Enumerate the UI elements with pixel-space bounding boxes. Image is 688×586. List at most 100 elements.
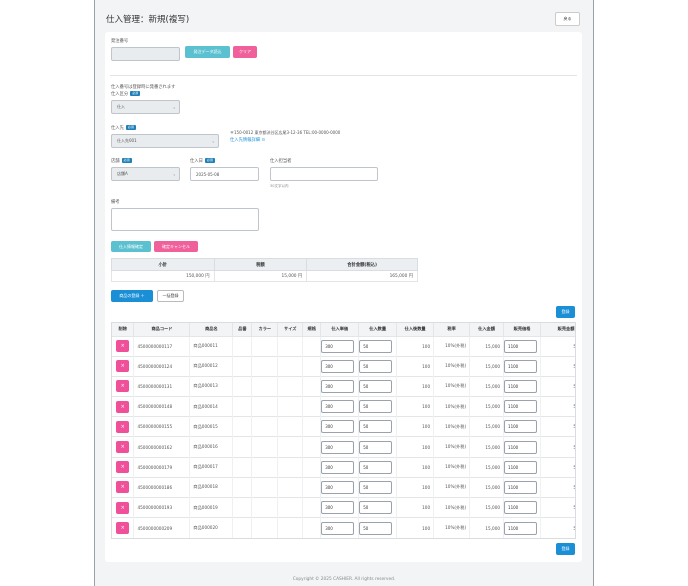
items-header-row: 削除 商品コード 商品名 品番 カラー サイズ 規格 仕入単価 仕入数量 仕入後… [112, 323, 575, 336]
quantity-input[interactable]: 50 [359, 460, 393, 474]
delete-row-button[interactable]: × [116, 420, 130, 433]
confirm-button[interactable]: 仕入情報確定 [111, 241, 151, 252]
col-amount: 仕入金額 [469, 323, 505, 336]
unit-price-input[interactable]: 300 [321, 379, 355, 393]
sale-price-input[interactable]: 1100 [504, 420, 538, 434]
delete-row-button[interactable]: × [116, 340, 130, 353]
quantity-input[interactable]: 50 [359, 480, 393, 494]
back-button[interactable]: 戻る [555, 12, 580, 26]
order-no-input[interactable] [111, 47, 180, 61]
unit-price-input[interactable]: 300 [321, 400, 355, 414]
delete-row-button[interactable]: × [116, 501, 130, 514]
part-no-cell [232, 496, 253, 518]
supplier-select[interactable]: 仕入先001 ⌄ [111, 134, 219, 148]
sales-amount: 55,000 [540, 517, 575, 538]
purchase-type-select[interactable]: 仕入 ⌄ [111, 100, 180, 114]
sale-price-input[interactable]: 1100 [504, 521, 538, 535]
submit-button-top[interactable]: 登録 [556, 306, 575, 318]
product-code: 4500000000155 [133, 416, 191, 437]
col-after-qty: 仕入後数量 [396, 323, 435, 336]
delete-row-button[interactable]: × [116, 441, 130, 454]
unit-price-input[interactable]: 300 [321, 440, 355, 454]
quantity-input[interactable]: 50 [359, 359, 393, 373]
unit-price-input[interactable]: 300 [321, 521, 355, 535]
size-cell [277, 355, 304, 377]
delete-row-button[interactable]: × [116, 400, 130, 413]
product-code: 4500000000179 [133, 456, 191, 478]
date-input[interactable]: 2025-05-08 [190, 167, 259, 181]
part-no-cell [232, 396, 253, 417]
col-code: 商品コード [133, 323, 191, 336]
sale-price-input[interactable]: 1100 [504, 460, 538, 474]
quantity-input[interactable]: 50 [359, 501, 393, 515]
supplier-label: 仕入先 必須 [111, 125, 136, 131]
spec-cell [302, 416, 322, 437]
color-cell [251, 416, 279, 437]
delete-row-button[interactable]: × [116, 360, 130, 373]
quantity-input[interactable]: 50 [359, 420, 393, 434]
store-select[interactable]: 店舗A ⌄ [111, 167, 180, 181]
sale-price-input[interactable]: 1100 [504, 379, 538, 393]
delete-row-button[interactable]: × [116, 522, 130, 535]
memo-textarea[interactable] [111, 208, 259, 231]
part-no-cell [232, 416, 253, 437]
after-quantity: 100 [396, 517, 435, 538]
sale-price-input[interactable]: 1100 [504, 480, 538, 494]
product-name: 商品000011 [189, 335, 234, 357]
quantity-input[interactable]: 50 [359, 521, 393, 535]
col-unit-price: 仕入単価 [320, 323, 360, 336]
divider [110, 75, 577, 76]
submit-button-bottom[interactable]: 登録 [556, 543, 575, 555]
subtotal-value: 150,000 円 [111, 270, 215, 282]
after-quantity: 100 [396, 436, 435, 458]
delete-row-button[interactable]: × [116, 380, 130, 393]
unit-price-input[interactable]: 300 [321, 480, 355, 494]
size-cell [277, 436, 304, 458]
product-code: 4500000000193 [133, 496, 191, 518]
unit-price-input[interactable]: 300 [321, 460, 355, 474]
sale-price-input[interactable]: 1100 [504, 440, 538, 454]
tax-rate: 10%(外税) [433, 436, 471, 458]
unit-price-input[interactable]: 300 [321, 420, 355, 434]
part-no-cell [232, 375, 253, 397]
sale-price-input[interactable]: 1100 [504, 501, 538, 515]
sales-amount: 55,000 [540, 355, 575, 377]
quantity-input[interactable]: 50 [359, 339, 393, 353]
product-name: 商品000013 [189, 375, 234, 397]
purchase-type-label: 仕入区分 必須 [111, 91, 141, 97]
quantity-input[interactable]: 50 [359, 400, 393, 414]
close-icon: × [120, 504, 125, 511]
tax-rate: 10%(外税) [433, 496, 471, 518]
size-cell [277, 517, 304, 538]
order-load-button[interactable]: 発注データ読込 [185, 46, 230, 58]
cancel-confirm-button[interactable]: 確定キャンセル [154, 241, 198, 252]
unit-price-input[interactable]: 300 [321, 359, 355, 373]
tax-rate: 10%(外税) [433, 456, 471, 478]
unit-price-input[interactable]: 300 [321, 339, 355, 353]
staff-input[interactable] [270, 167, 378, 181]
size-cell [277, 335, 304, 357]
sale-price-input[interactable]: 1100 [504, 339, 538, 353]
unit-price-input[interactable]: 300 [321, 501, 355, 515]
clear-button[interactable]: クリア [233, 46, 257, 58]
table-row: × 4500000000179 商品000017 300 50 100 10%(外税) 15,… [112, 456, 575, 478]
delete-row-button[interactable]: × [116, 481, 130, 494]
tax-rate: 10%(外税) [433, 517, 471, 538]
color-cell [251, 436, 279, 458]
supplier-detail-link[interactable]: 仕入先情報詳細 ⊙ [230, 137, 265, 143]
bulk-register-button[interactable]: 一括登録 [157, 290, 184, 302]
after-quantity: 100 [396, 355, 435, 377]
register-product-button[interactable]: 商品の登録 ＋ [111, 290, 153, 302]
purchase-amount: 15,000 [469, 396, 505, 417]
quantity-input[interactable]: 50 [359, 440, 393, 454]
after-quantity: 100 [396, 416, 435, 437]
tax-rate: 10%(外税) [433, 375, 471, 397]
close-icon: × [120, 403, 125, 410]
sale-price-input[interactable]: 1100 [504, 400, 538, 414]
sale-price-input[interactable]: 1100 [504, 359, 538, 373]
tax-rate: 10%(外税) [433, 416, 471, 437]
quantity-input[interactable]: 50 [359, 379, 393, 393]
delete-row-button[interactable]: × [116, 461, 130, 474]
after-quantity: 100 [396, 496, 435, 518]
supplier-address: 〒150-0012 東京都渋谷区広尾3-12-36 TEL:00-0000-00… [230, 130, 341, 135]
